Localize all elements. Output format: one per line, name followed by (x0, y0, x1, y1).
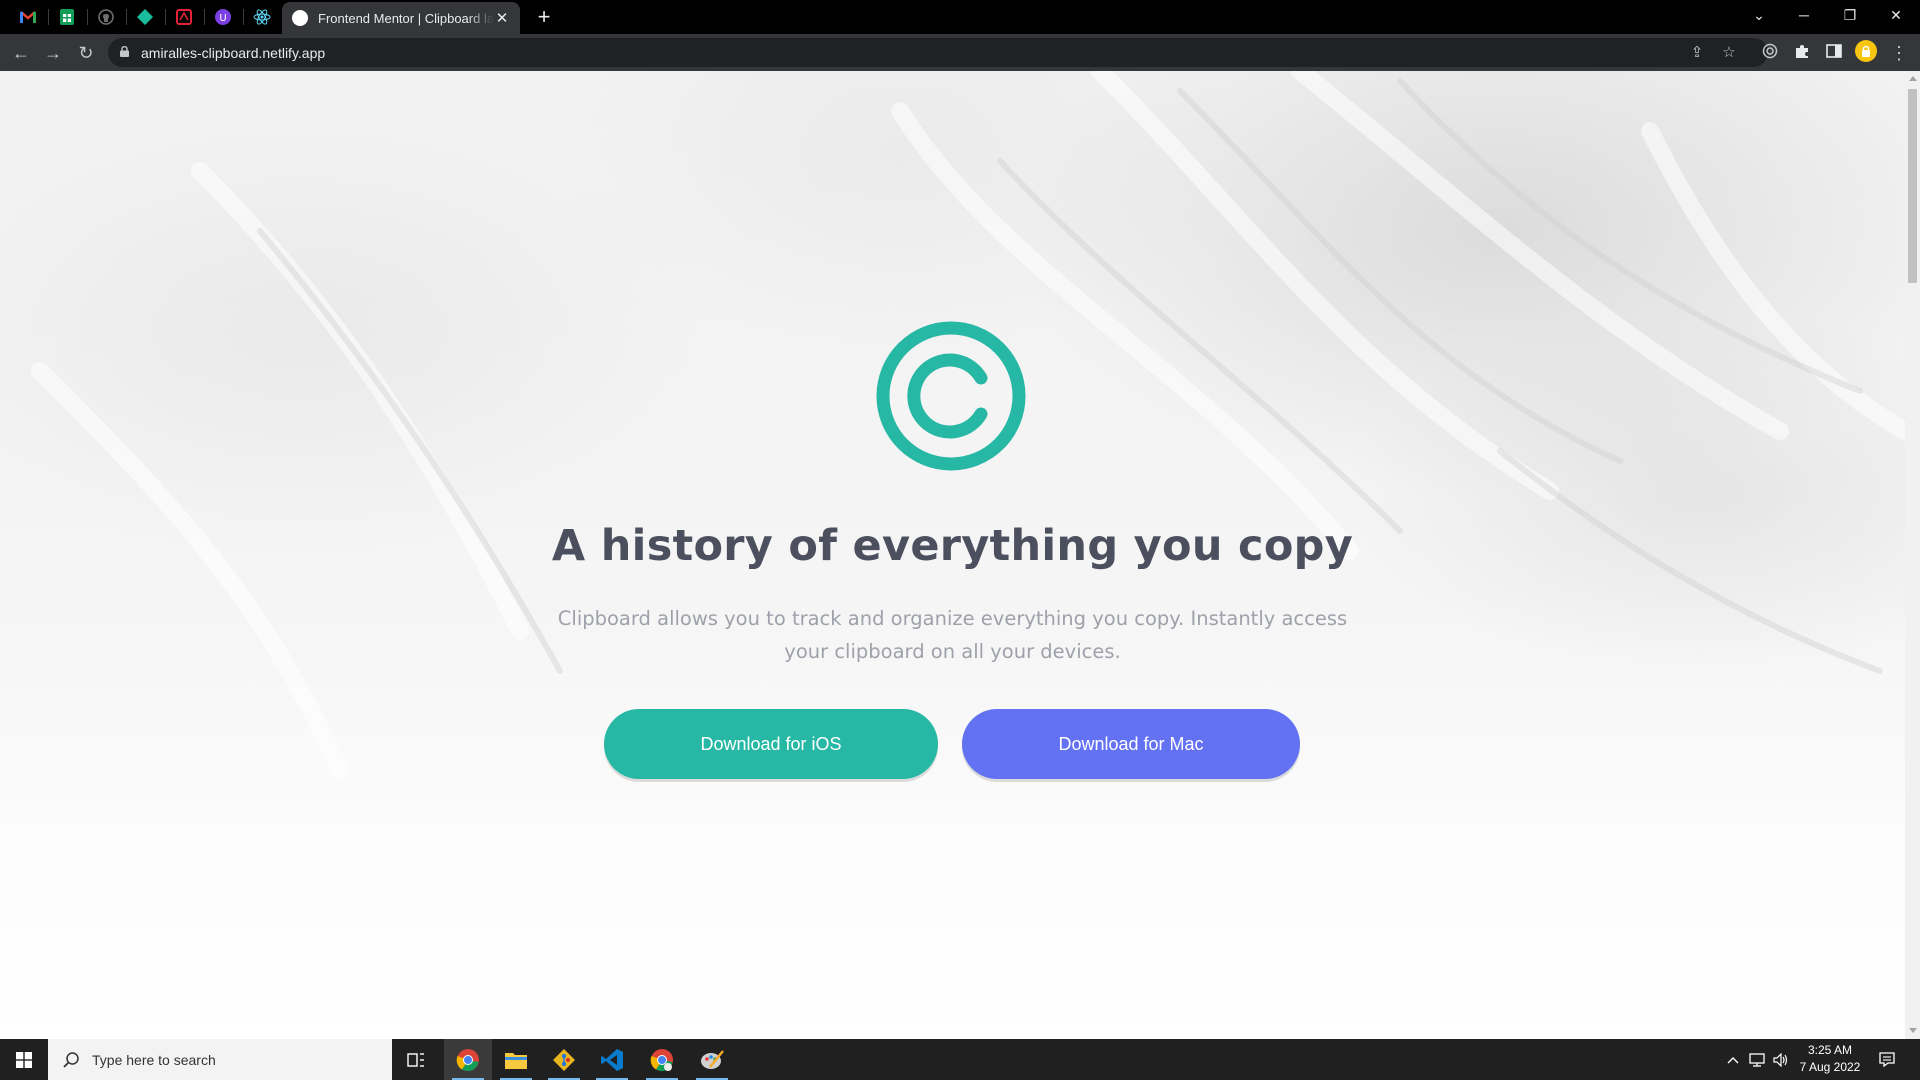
tab-close-icon[interactable]: ✕ (494, 9, 510, 27)
browser-toolbar: ← → ↻ amiralles-clipboard.netlify.app ⇪ … (0, 34, 1920, 71)
volume-button[interactable] (1770, 1039, 1792, 1080)
address-bar[interactable]: amiralles-clipboard.netlify.app ⇪ ☆ (108, 38, 1768, 67)
pinned-tab-design[interactable] (164, 0, 204, 34)
chrome-profile-icon (650, 1048, 673, 1071)
react-icon (253, 9, 271, 25)
landing-page: A history of everything you copy Clipboa… (0, 71, 1905, 1039)
taskbar-chrome[interactable] (444, 1039, 492, 1080)
show-hidden-icons-button[interactable] (1722, 1039, 1744, 1080)
bookmark-star-icon[interactable]: ☆ (1719, 43, 1739, 63)
hero-headline: A history of everything you copy (551, 521, 1354, 571)
tab-favicon-icon (292, 10, 308, 26)
tab-strip: U Frontend Mentor | Clipboard landing pa… (0, 0, 1920, 34)
forward-button[interactable]: → (40, 40, 66, 66)
windows-logo-icon (16, 1051, 32, 1068)
new-tab-button[interactable]: + (532, 5, 556, 29)
chrome-menu-icon[interactable]: ⋮ (1886, 40, 1912, 66)
git-icon (553, 1048, 575, 1071)
pinned-tab-notion[interactable]: U (203, 0, 243, 34)
download-mac-button[interactable]: Download for Mac (962, 709, 1300, 779)
diamond-icon (137, 9, 153, 25)
paint-icon (701, 1049, 724, 1069)
pinned-tab-diamond[interactable] (125, 0, 165, 34)
task-view-icon (407, 1052, 424, 1067)
folder-icon (505, 1052, 527, 1069)
profile-avatar[interactable] (1853, 40, 1879, 66)
task-view-button[interactable] (392, 1039, 440, 1080)
github-icon (98, 9, 114, 25)
chrome-icon (456, 1048, 479, 1071)
lock-icon (120, 46, 129, 57)
scroll-thumb[interactable] (1908, 89, 1917, 283)
gmail-icon (20, 11, 36, 23)
download-ios-button[interactable]: Download for iOS (604, 709, 938, 779)
restore-button[interactable]: ❐ (1827, 0, 1873, 30)
notification-icon (1879, 1052, 1895, 1067)
minimize-button[interactable]: ─ (1781, 0, 1827, 30)
clock-date: 7 Aug 2022 (1799, 1060, 1861, 1074)
vscode-icon (601, 1048, 623, 1071)
side-panel-icon[interactable] (1821, 40, 1847, 66)
clipboard-logo-icon (876, 321, 1026, 471)
tab-title: Frontend Mentor | Clipboard landing page (318, 10, 494, 26)
taskbar-paint[interactable] (688, 1039, 736, 1080)
scroll-up-arrow-icon[interactable] (1909, 76, 1917, 81)
back-button[interactable]: ← (8, 40, 34, 66)
design-app-icon (176, 9, 192, 25)
hero-subtext: Clipboard allows you to track and organi… (557, 607, 1348, 663)
profile-app-icon: U (215, 9, 231, 25)
pinned-tab-github[interactable] (86, 0, 126, 34)
url-text: amiralles-clipboard.netlify.app (141, 45, 326, 61)
windows-taskbar: Type here to search 3:25 AM 7 Aug 2022 (0, 1039, 1920, 1080)
page-scrollbar[interactable] (1905, 71, 1920, 1039)
chevron-up-icon (1727, 1056, 1739, 1063)
network-icon (1749, 1052, 1765, 1067)
scroll-down-arrow-icon[interactable] (1909, 1028, 1917, 1033)
search-placeholder: Type here to search (92, 1051, 216, 1068)
sheets-icon (60, 9, 74, 25)
tab-search-button[interactable]: ⌄ (1736, 0, 1782, 30)
extensions-puzzle-icon[interactable] (1789, 40, 1815, 66)
taskbar-git[interactable] (540, 1039, 588, 1080)
pinned-tab-sheets[interactable] (47, 0, 87, 34)
svg-text:U: U (219, 13, 226, 24)
taskbar-chrome-profile[interactable] (638, 1039, 686, 1080)
taskbar-search-box[interactable]: Type here to search (48, 1039, 392, 1080)
volume-icon (1773, 1052, 1788, 1067)
close-window-button[interactable]: ✕ (1873, 0, 1919, 30)
taskbar-vscode[interactable] (588, 1039, 636, 1080)
system-clock[interactable]: 3:25 AM 7 Aug 2022 (1790, 1042, 1870, 1076)
pinned-tab-react[interactable] (242, 0, 282, 34)
notification-center-button[interactable] (1872, 1039, 1902, 1080)
pinned-tab-gmail[interactable] (8, 0, 48, 34)
clock-time: 3:25 AM (1807, 1043, 1853, 1057)
extension-target-icon[interactable] (1757, 40, 1783, 66)
reload-button[interactable]: ↻ (73, 40, 99, 66)
network-button[interactable] (1746, 1039, 1768, 1080)
search-icon (63, 1051, 79, 1068)
taskbar-file-explorer[interactable] (492, 1039, 540, 1080)
share-icon[interactable]: ⇪ (1687, 43, 1707, 63)
active-tab[interactable]: Frontend Mentor | Clipboard landing page… (282, 2, 520, 34)
start-button[interactable] (0, 1039, 48, 1080)
